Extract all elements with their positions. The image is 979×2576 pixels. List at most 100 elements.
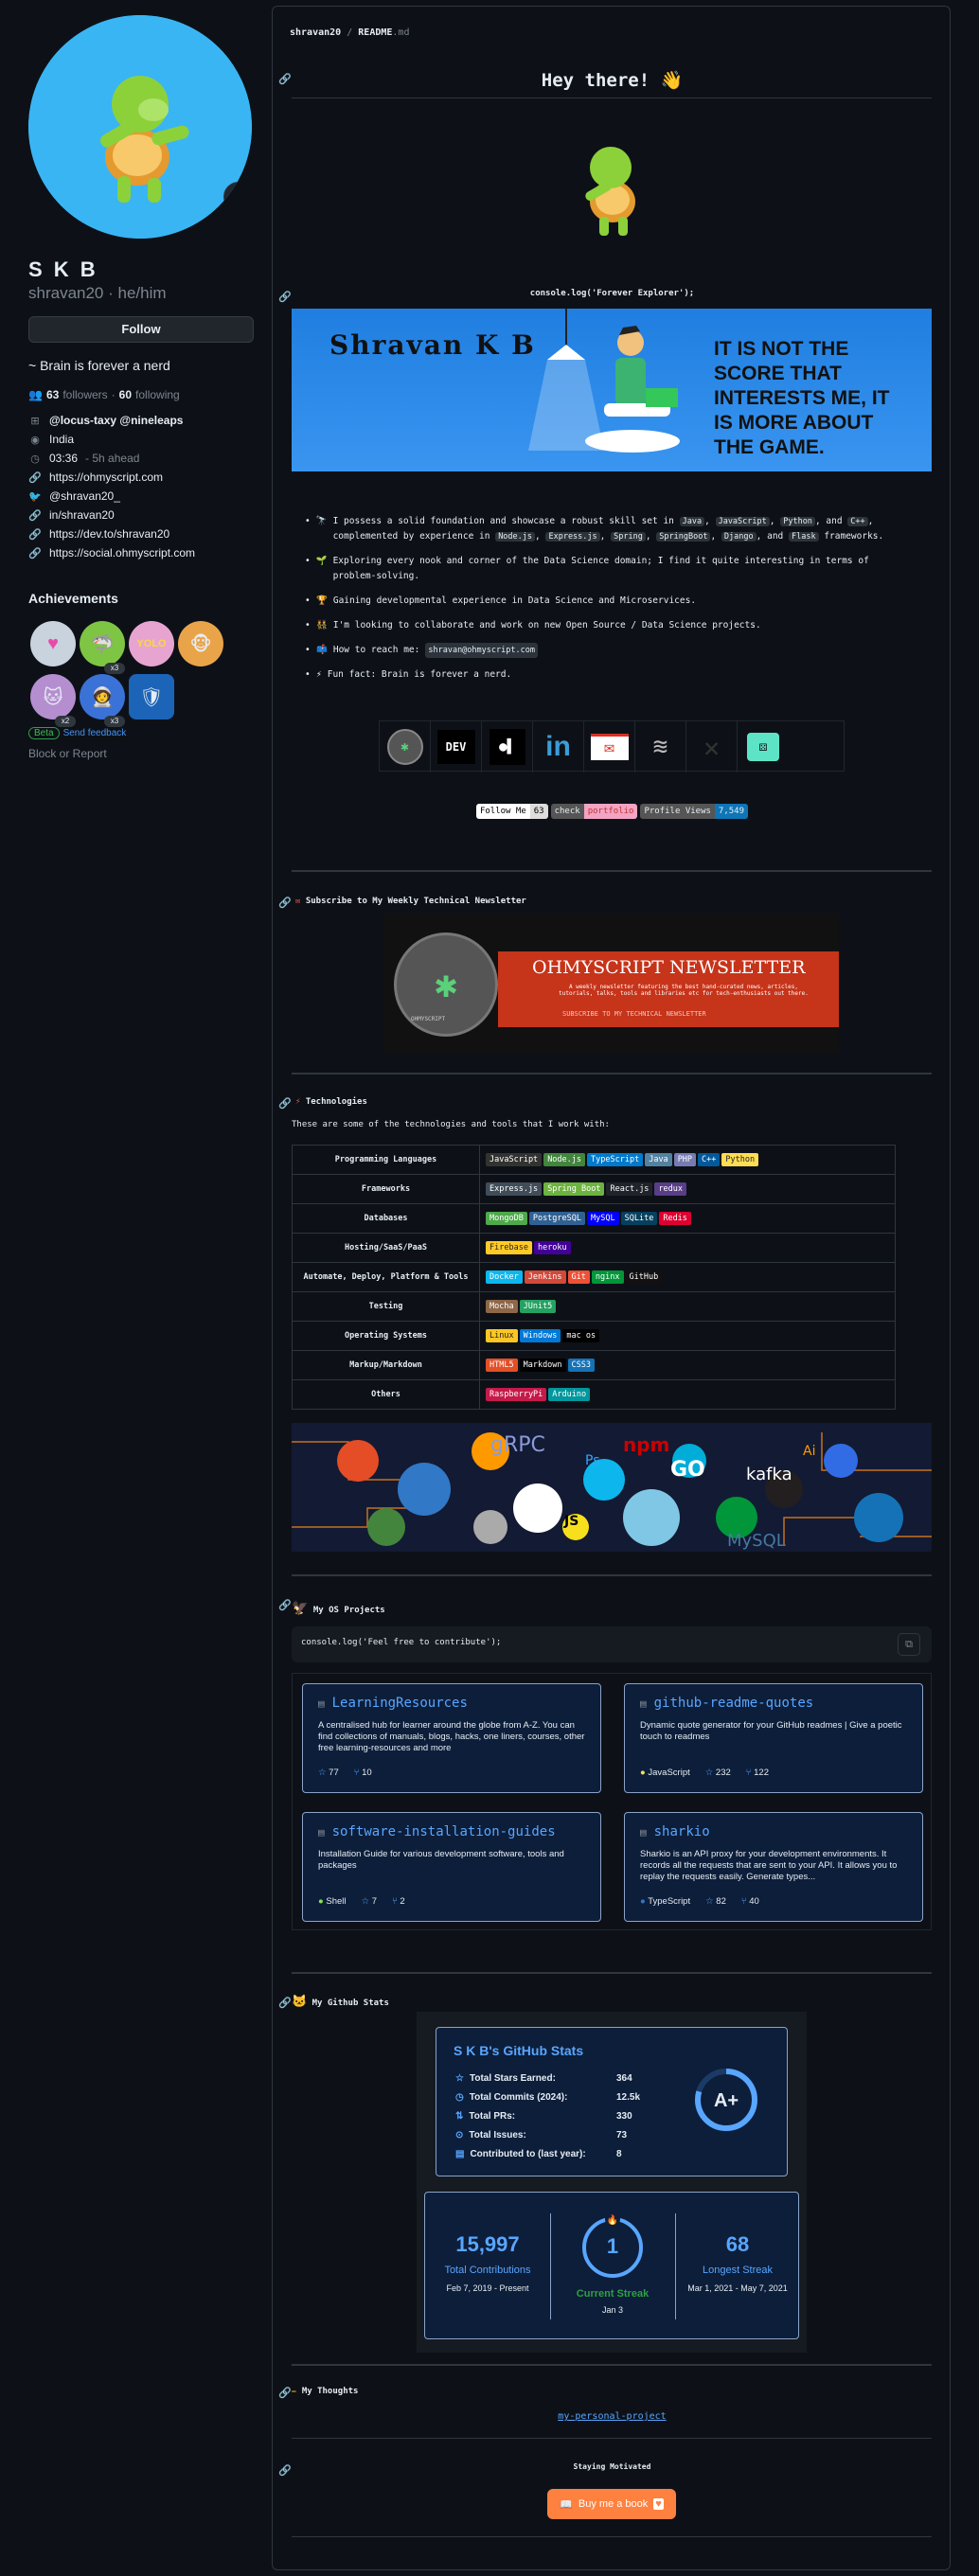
header-banner: Shravan K B IT IS NOT THE SCORE THAT INT… xyxy=(292,309,932,471)
repo-card[interactable]: ▤ software-installation-guides Installati… xyxy=(302,1812,601,1922)
vcard-details: ⊞ @locus-taxy @nineleaps ◉ India ◷ 03:36- 5… xyxy=(28,411,256,562)
tech-badge: mac os xyxy=(562,1329,600,1342)
stat-row: ⊙ Total Issues: 73 xyxy=(455,2130,628,2141)
follow-button[interactable]: Follow xyxy=(28,316,254,343)
tech-badge: SQLite xyxy=(620,1212,658,1225)
stats-grade: A+ xyxy=(713,2090,739,2111)
os-projects-heading: 🦅 My OS Projects xyxy=(292,1601,385,1616)
star-icon: ☆ xyxy=(705,1896,714,1907)
heart-badge-icon[interactable]: ♥ xyxy=(30,621,76,666)
table-row: Markup/Markdown HTML5 Markdown CSS3 xyxy=(292,1350,896,1380)
vcard-org: ⊞ @locus-taxy @nineleaps xyxy=(28,411,256,430)
clock-icon: ◷ xyxy=(455,2092,464,2103)
gmail-icon[interactable]: ✉ xyxy=(584,721,635,773)
tech-category: Markup/Markdown xyxy=(292,1350,480,1380)
tech-badges: Docker Jenkins Git nginx GitHub xyxy=(479,1262,896,1292)
tech-badge: Node.js xyxy=(543,1153,586,1166)
followers-count[interactable]: 63 xyxy=(46,388,59,401)
anchor-link-icon[interactable]: 🔗 xyxy=(278,1097,292,1110)
quickdraw-badge-icon[interactable]: 🐱 xyxy=(30,674,76,720)
x-icon[interactable]: ✕ xyxy=(686,721,738,773)
tech-category: Operating Systems xyxy=(292,1321,480,1351)
technologies-table: Programming Languages JavaScript Node.js Ty… xyxy=(292,1145,896,1410)
newsletter-banner[interactable]: ✱ OHMYSCRIPT OHMYSCRIPT NEWSLETTER A wee… xyxy=(384,914,839,1054)
link-icon: 🔗 xyxy=(28,528,42,541)
block-report-link[interactable]: Block or Report xyxy=(28,747,256,760)
code-block: console.log('Feel free to contribute'); ⧉ xyxy=(292,1626,932,1662)
tech-badge: CSS3 xyxy=(567,1359,596,1372)
profile-name: S K B xyxy=(28,258,98,281)
tech-category: Databases xyxy=(292,1203,480,1234)
linkedin-icon[interactable]: in xyxy=(533,721,584,773)
list-item: • ⚡ Fun fact: Brain is forever a nerd. xyxy=(305,669,512,680)
following-count[interactable]: 60 xyxy=(119,388,132,401)
divider xyxy=(292,1574,932,1576)
issue-icon: ⊙ xyxy=(455,2130,464,2141)
pair-extraordinaire-badge-icon[interactable]: 🧑‍🚀 xyxy=(80,674,125,720)
stackoverflow-icon[interactable]: ≋ xyxy=(635,721,686,773)
tech-badge: TypeScript xyxy=(587,1153,644,1166)
svg-text:JS: JS xyxy=(563,1514,578,1529)
anchor-link-icon[interactable]: 🔗 xyxy=(278,2387,292,2399)
repo-icon: ▤ xyxy=(318,1697,325,1710)
list-item: • 📫 How to reach me: shravan@ohmyscript.co… xyxy=(305,643,911,658)
vcard-website: 🔗 https://ohmyscript.com xyxy=(28,471,164,484)
repo-card[interactable]: ▤ LearningResources A centralised hub for… xyxy=(302,1683,601,1793)
tech-badge: Python xyxy=(721,1153,759,1166)
pull-shark-badge-icon[interactable]: 🦈 xyxy=(80,621,125,666)
star-icon: ☆ xyxy=(704,1768,714,1778)
vcard-location: ◉ India xyxy=(28,430,256,449)
svg-text:Ai: Ai xyxy=(803,1444,815,1459)
repo-icon: ▤ xyxy=(640,1825,647,1839)
buy-me-a-book-button[interactable]: 📖 Buy me a book ♥ xyxy=(547,2489,676,2519)
fork-icon: ⑂ xyxy=(745,1768,752,1778)
tech-badge: JUnit5 xyxy=(519,1300,557,1313)
tech-badge: heroku xyxy=(533,1241,571,1254)
anchor-link-icon[interactable]: 🔗 xyxy=(278,897,292,909)
portfolio-shield[interactable]: check portfolio xyxy=(550,804,638,819)
tech-badges: HTML5 Markdown CSS3 xyxy=(479,1350,896,1380)
streak-card: 15,997 Total Contributions Feb 7, 2019 -… xyxy=(424,2192,799,2339)
profile-bio: ~ Brain is forever a nerd xyxy=(28,358,170,373)
tech-badge: MongoDB xyxy=(486,1212,527,1225)
divider xyxy=(292,870,932,872)
devto-icon[interactable]: DEV xyxy=(431,721,482,773)
arctic-code-vault-badge-icon[interactable]: 🛡 xyxy=(129,674,174,720)
tech-category: Programming Languages xyxy=(292,1145,480,1175)
status-badge[interactable]: 🏂 xyxy=(223,182,252,212)
svg-text:MySQL: MySQL xyxy=(727,1531,786,1551)
anchor-link-icon[interactable]: 🔗 xyxy=(278,1599,292,1611)
language-dot: ● xyxy=(318,1896,324,1907)
list-item: • 👯 I'm looking to collaborate and work on… xyxy=(305,620,761,631)
total-contributions: 15,997 xyxy=(455,2232,520,2256)
more-icon[interactable]: ⚄ xyxy=(738,721,789,773)
repo-card[interactable]: ▤ github-readme-quotes Dynamic quote gene… xyxy=(624,1683,923,1793)
tech-word: gRPC xyxy=(490,1433,545,1457)
organization-icon: ⊞ xyxy=(30,415,40,427)
staying-motivated: Staying Motivated xyxy=(573,2462,651,2471)
achievements-title[interactable]: Achievements xyxy=(28,591,256,606)
divider xyxy=(292,2536,932,2537)
fork-icon: ⑂ xyxy=(353,1768,360,1778)
personal-project-image[interactable]: my-personal-project xyxy=(273,2411,952,2422)
medium-icon[interactable]: ●▌ xyxy=(482,721,533,773)
list-item: • 🔭 I possess a solid foundation and show… xyxy=(305,516,884,542)
anchor-link-icon[interactable]: 🔗 xyxy=(278,1997,292,2009)
table-row: Databases MongoDB PostgreSQL MySQL SQLite Red… xyxy=(292,1203,896,1234)
table-row: Testing Mocha JUnit5 xyxy=(292,1291,896,1322)
tech-badge: MySQL xyxy=(587,1212,619,1225)
ohmyscript-icon[interactable]: ✱ xyxy=(380,721,431,773)
copy-icon[interactable]: ⧉ xyxy=(898,1633,920,1656)
about-list: • 🔭 I possess a solid foundation and show… xyxy=(305,514,911,692)
greeting-heading: Hey there! 👋 xyxy=(541,70,684,91)
banner-name: Shravan K B xyxy=(329,329,536,361)
repo-card[interactable]: ▤ sharkio Sharkio is an API proxy for you… xyxy=(624,1812,923,1922)
vcard-linkedin: 🔗 in/shravan20 xyxy=(28,508,115,522)
starstruck-badge-icon[interactable]: 🐵 xyxy=(178,621,223,666)
yolo-badge-icon[interactable]: YOLO xyxy=(129,621,174,666)
github-stats-card: S K B's GitHub Stats ☆ Total Stars Earned… xyxy=(436,2027,788,2176)
avatar[interactable]: 🏂 xyxy=(28,15,252,239)
link-icon: 🔗 xyxy=(28,471,42,484)
link-icon: 🔗 xyxy=(28,547,42,560)
follow-me-shield[interactable]: Follow Me 63 xyxy=(475,804,548,819)
